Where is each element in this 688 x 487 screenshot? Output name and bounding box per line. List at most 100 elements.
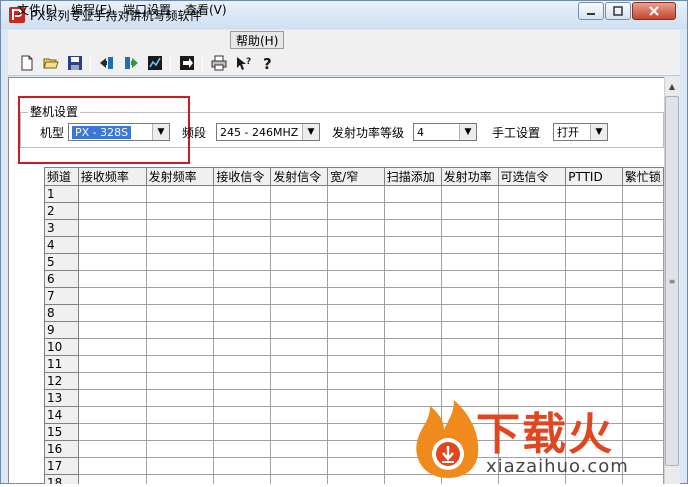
read-radio-icon[interactable] (96, 52, 118, 74)
table-row[interactable]: 5 (44, 253, 664, 271)
column-header[interactable]: 扫描添加 (383, 167, 442, 186)
table-cell[interactable] (497, 287, 567, 305)
table-row[interactable]: 3 (44, 219, 664, 237)
table-row[interactable]: 4 (44, 236, 664, 254)
table-cell[interactable] (440, 270, 499, 288)
table-cell[interactable] (497, 185, 567, 203)
table-cell[interactable] (621, 185, 664, 203)
table-cell[interactable] (327, 253, 385, 271)
table-cell[interactable] (145, 406, 215, 424)
table-cell[interactable] (77, 474, 147, 484)
table-cell[interactable] (77, 304, 147, 322)
table-cell[interactable] (565, 270, 623, 288)
table-cell[interactable] (383, 253, 442, 271)
table-cell[interactable] (213, 270, 272, 288)
table-cell[interactable] (621, 355, 664, 373)
table-cell[interactable] (145, 287, 215, 305)
table-cell[interactable] (327, 287, 385, 305)
band-select[interactable]: 245 - 246MHZ ▼ (216, 123, 320, 141)
print-icon[interactable] (208, 52, 230, 74)
table-cell[interactable] (213, 372, 272, 390)
table-cell[interactable] (77, 287, 147, 305)
table-cell[interactable] (327, 321, 385, 339)
table-cell[interactable] (327, 219, 385, 237)
table-cell[interactable] (440, 236, 499, 254)
table-cell[interactable] (497, 321, 567, 339)
chart-icon[interactable] (144, 52, 166, 74)
table-cell[interactable] (270, 338, 329, 356)
table-cell[interactable] (621, 372, 664, 390)
table-cell[interactable] (77, 236, 147, 254)
table-cell[interactable] (440, 338, 499, 356)
table-cell[interactable] (565, 219, 623, 237)
table-cell[interactable] (270, 355, 329, 373)
table-cell[interactable] (213, 304, 272, 322)
table-cell[interactable] (565, 304, 623, 322)
write-radio-icon[interactable] (120, 52, 142, 74)
table-cell[interactable] (440, 202, 499, 220)
table-cell[interactable] (497, 236, 567, 254)
table-cell[interactable] (327, 389, 385, 407)
table-cell[interactable] (327, 423, 385, 441)
chevron-down-icon[interactable]: ▼ (590, 124, 607, 140)
table-cell[interactable] (327, 457, 385, 475)
table-cell[interactable] (145, 304, 215, 322)
table-cell[interactable] (565, 185, 623, 203)
table-cell[interactable] (145, 372, 215, 390)
table-cell[interactable] (213, 440, 272, 458)
table-cell[interactable] (383, 202, 442, 220)
table-cell[interactable] (213, 423, 272, 441)
table-cell[interactable] (77, 270, 147, 288)
table-cell[interactable] (213, 287, 272, 305)
column-header[interactable]: 可选信令 (497, 167, 567, 186)
table-cell[interactable] (565, 253, 623, 271)
table-cell[interactable] (621, 202, 664, 220)
column-header[interactable]: 频道 (44, 167, 79, 186)
close-button[interactable] (632, 2, 676, 20)
table-cell[interactable] (213, 457, 272, 475)
table-cell[interactable] (327, 440, 385, 458)
table-cell[interactable] (621, 321, 664, 339)
table-cell[interactable] (440, 355, 499, 373)
table-cell[interactable] (621, 270, 664, 288)
table-cell[interactable] (621, 304, 664, 322)
column-header[interactable]: 宽/窄 (327, 167, 385, 186)
column-header[interactable]: 繁忙锁 (621, 167, 664, 186)
power-level-select[interactable]: 4 ▼ (413, 123, 477, 141)
table-cell[interactable] (213, 474, 272, 484)
menu-edit[interactable]: 编程(E) (66, 1, 117, 19)
table-cell[interactable] (145, 389, 215, 407)
table-cell[interactable] (270, 253, 329, 271)
table-cell[interactable] (497, 338, 567, 356)
table-cell[interactable] (145, 253, 215, 271)
table-cell[interactable] (145, 202, 215, 220)
table-cell[interactable] (213, 406, 272, 424)
table-cell[interactable] (565, 202, 623, 220)
table-cell[interactable] (213, 389, 272, 407)
table-cell[interactable] (270, 423, 329, 441)
table-cell[interactable] (327, 236, 385, 254)
table-cell[interactable] (327, 304, 385, 322)
table-row[interactable]: 8 (44, 304, 664, 322)
new-icon[interactable] (16, 52, 38, 74)
table-cell[interactable] (145, 338, 215, 356)
table-cell[interactable] (383, 287, 442, 305)
table-cell[interactable] (213, 236, 272, 254)
table-cell[interactable] (440, 253, 499, 271)
table-row[interactable]: 12 (44, 372, 664, 390)
menu-help[interactable]: 帮助(H) (230, 31, 285, 49)
table-cell[interactable] (565, 321, 623, 339)
table-cell[interactable] (565, 287, 623, 305)
table-cell[interactable] (270, 372, 329, 390)
table-cell[interactable] (270, 185, 329, 203)
table-cell[interactable] (383, 372, 442, 390)
table-cell[interactable] (145, 219, 215, 237)
table-cell[interactable] (621, 287, 664, 305)
chevron-down-icon[interactable]: ▼ (152, 124, 169, 140)
table-cell[interactable] (145, 270, 215, 288)
table-cell[interactable] (565, 236, 623, 254)
table-cell[interactable] (77, 457, 147, 475)
scroll-up-icon[interactable]: ▲ (664, 78, 680, 94)
column-header[interactable]: PTTID (565, 167, 623, 186)
menu-view[interactable]: 查看(V) (180, 1, 232, 19)
